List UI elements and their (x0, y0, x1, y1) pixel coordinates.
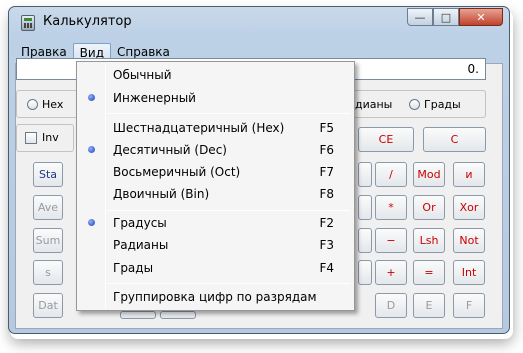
radio-bullet-icon (88, 146, 95, 153)
xor-button[interactable]: Xor (453, 195, 485, 220)
maximize-button[interactable]: □ (433, 8, 459, 26)
menu-item-shortcut: F8 (319, 187, 334, 201)
menu-item-grads[interactable]: Грады F4 (79, 257, 352, 279)
equals-button[interactable]: = (413, 260, 445, 285)
menu-item-label: Грады (113, 261, 154, 275)
mod-button[interactable]: Mod (413, 162, 445, 187)
multiply-button[interactable]: * (375, 195, 407, 220)
menu-item-label: Инженерный (113, 91, 196, 105)
ce-button[interactable]: CE (358, 127, 414, 152)
minimize-button[interactable]: — (407, 8, 433, 26)
or-button[interactable]: Or (413, 195, 445, 220)
window-title: Калькулятор (43, 14, 132, 29)
inv-group: Inv (16, 124, 74, 152)
digit-d-button[interactable]: D (375, 293, 407, 318)
menu-item-label: Градусы (113, 216, 167, 230)
menu-item-shortcut: F2 (319, 216, 334, 230)
title-bar[interactable]: Калькулятор — □ ✕ (9, 7, 509, 37)
calculator-icon (21, 15, 35, 31)
menu-item-oct[interactable]: Восьмеричный (Oct) F7 (79, 161, 352, 183)
menu-item-radians[interactable]: Радианы F3 (79, 234, 352, 256)
radio-circle-icon (409, 99, 420, 110)
menu-item-hex[interactable]: Шестнадцатеричный (Hex) F5 (79, 117, 352, 139)
clear-button[interactable]: C (423, 127, 486, 152)
menu-item-label: Десятичный (Dec) (113, 143, 227, 157)
radio-hex[interactable]: Hex (27, 98, 63, 111)
menu-item-label: Шестнадцатеричный (Hex) (113, 121, 285, 135)
number-system-group: Hex (16, 90, 78, 118)
hidden-bottom-button[interactable] (120, 311, 156, 319)
menu-separator (107, 210, 350, 211)
radio-circle-icon (27, 99, 38, 110)
inv-checkbox[interactable] (25, 132, 37, 144)
hidden-digit-button[interactable] (358, 228, 372, 253)
int-button[interactable]: Int (453, 260, 485, 285)
ave-button[interactable]: Ave (33, 195, 63, 220)
plus-button[interactable]: + (375, 260, 407, 285)
menu-item-degrees[interactable]: Градусы F2 (79, 212, 352, 234)
menu-item-digit-grouping[interactable]: Группировка цифр по разрядам (79, 286, 352, 308)
divide-button[interactable]: / (375, 162, 407, 187)
radio-bullet-icon (88, 94, 95, 101)
digit-e-button[interactable]: E (413, 293, 445, 318)
menu-item-scientific[interactable]: Инженерный (79, 87, 352, 109)
view-menu-dropdown: Обычный Инженерный Шестнадцатеричный (He… (76, 61, 355, 311)
menu-item-shortcut: F7 (319, 165, 334, 179)
and-button[interactable]: и (453, 162, 485, 187)
close-button[interactable]: ✕ (459, 8, 503, 26)
menu-item-shortcut: F3 (319, 238, 334, 252)
menu-item-dec[interactable]: Десятичный (Dec) F6 (79, 139, 352, 161)
hidden-digit-button[interactable] (358, 260, 372, 285)
menu-separator (107, 113, 350, 114)
window-controls: — □ ✕ (407, 8, 503, 26)
dat-button[interactable]: Dat (33, 293, 63, 318)
menu-item-label: Группировка цифр по разрядам (113, 290, 317, 304)
menu-item-shortcut: F5 (319, 121, 334, 135)
radio-grads-label: Грады (424, 98, 461, 111)
menu-item-bin[interactable]: Двоичный (Bin) F8 (79, 183, 352, 205)
radio-radians-label: дианы (355, 98, 393, 111)
radio-bullet-icon (88, 219, 95, 226)
menu-item-label: Обычный (113, 68, 172, 82)
menu-item-standard[interactable]: Обычный (79, 64, 352, 86)
not-button[interactable]: Not (453, 228, 485, 253)
hidden-digit-button[interactable] (358, 195, 372, 220)
menu-item-label: Радианы (113, 238, 169, 252)
radio-grads[interactable]: Грады (409, 98, 461, 111)
menu-separator (107, 283, 350, 284)
hidden-digit-button[interactable] (358, 162, 372, 187)
inv-label: Inv (42, 131, 59, 144)
minus-button[interactable]: − (375, 228, 407, 253)
menu-item-label: Двоичный (Bin) (113, 187, 210, 201)
radio-radians[interactable]: дианы (355, 98, 392, 111)
radio-hex-label: Hex (42, 98, 64, 111)
hidden-bottom-button[interactable] (160, 311, 196, 319)
menu-item-label: Восьмеричный (Oct) (113, 165, 241, 179)
s-button[interactable]: s (33, 260, 63, 285)
digit-f-button[interactable]: F (453, 293, 485, 318)
menu-item-shortcut: F4 (319, 261, 334, 275)
lsh-button[interactable]: Lsh (413, 228, 445, 253)
menu-item-shortcut: F6 (319, 143, 334, 157)
sum-button[interactable]: Sum (33, 228, 63, 253)
sta-button[interactable]: Sta (33, 162, 63, 187)
